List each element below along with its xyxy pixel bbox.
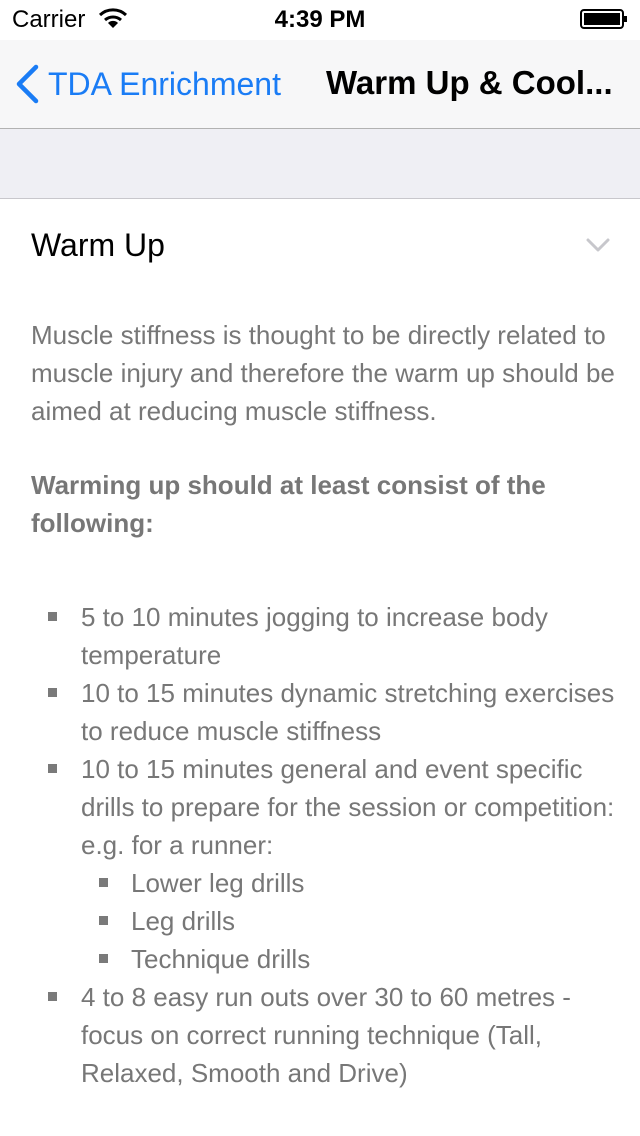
warm-up-list: 5 to 10 minutes jogging to increase body… (31, 598, 621, 1092)
chevron-down-icon[interactable] (586, 237, 610, 253)
navigation-bar: TDA Enrichment Warm Up & Cool... (0, 40, 640, 129)
status-bar: Carrier 4:39 PM (0, 0, 640, 40)
intro-paragraph: Muscle stiffness is thought to be direct… (31, 320, 615, 426)
section-content: Muscle stiffness is thought to be direct… (31, 316, 621, 1092)
sub-list-item: Technique drills (99, 940, 621, 978)
chevron-left-icon (16, 64, 39, 104)
list-item: 5 to 10 minutes jogging to increase body… (48, 598, 621, 674)
list-item: 10 to 15 minutes general and event speci… (48, 750, 621, 978)
sub-list-item: Lower leg drills (99, 864, 621, 902)
status-time: 4:39 PM (274, 6, 366, 33)
bold-heading: Warming up should at least consist of th… (31, 470, 546, 538)
list-item: 4 to 8 easy run outs over 30 to 60 metre… (48, 978, 621, 1092)
section-spacer (0, 129, 640, 199)
battery-icon (580, 9, 627, 29)
list-item-text: 10 to 15 minutes general and event speci… (81, 754, 615, 860)
back-button-label: TDA Enrichment (48, 65, 281, 102)
page-title: Warm Up & Cool... (326, 64, 613, 101)
back-button[interactable]: TDA Enrichment (14, 62, 281, 106)
sub-list-item: Leg drills (99, 902, 621, 940)
list-item: 10 to 15 minutes dynamic stretching exer… (48, 674, 621, 750)
section-title: Warm Up (31, 227, 165, 263)
section-header-warm-up[interactable]: Warm Up (0, 199, 640, 299)
drills-sublist: Lower leg drills Leg drills Technique dr… (81, 864, 621, 978)
